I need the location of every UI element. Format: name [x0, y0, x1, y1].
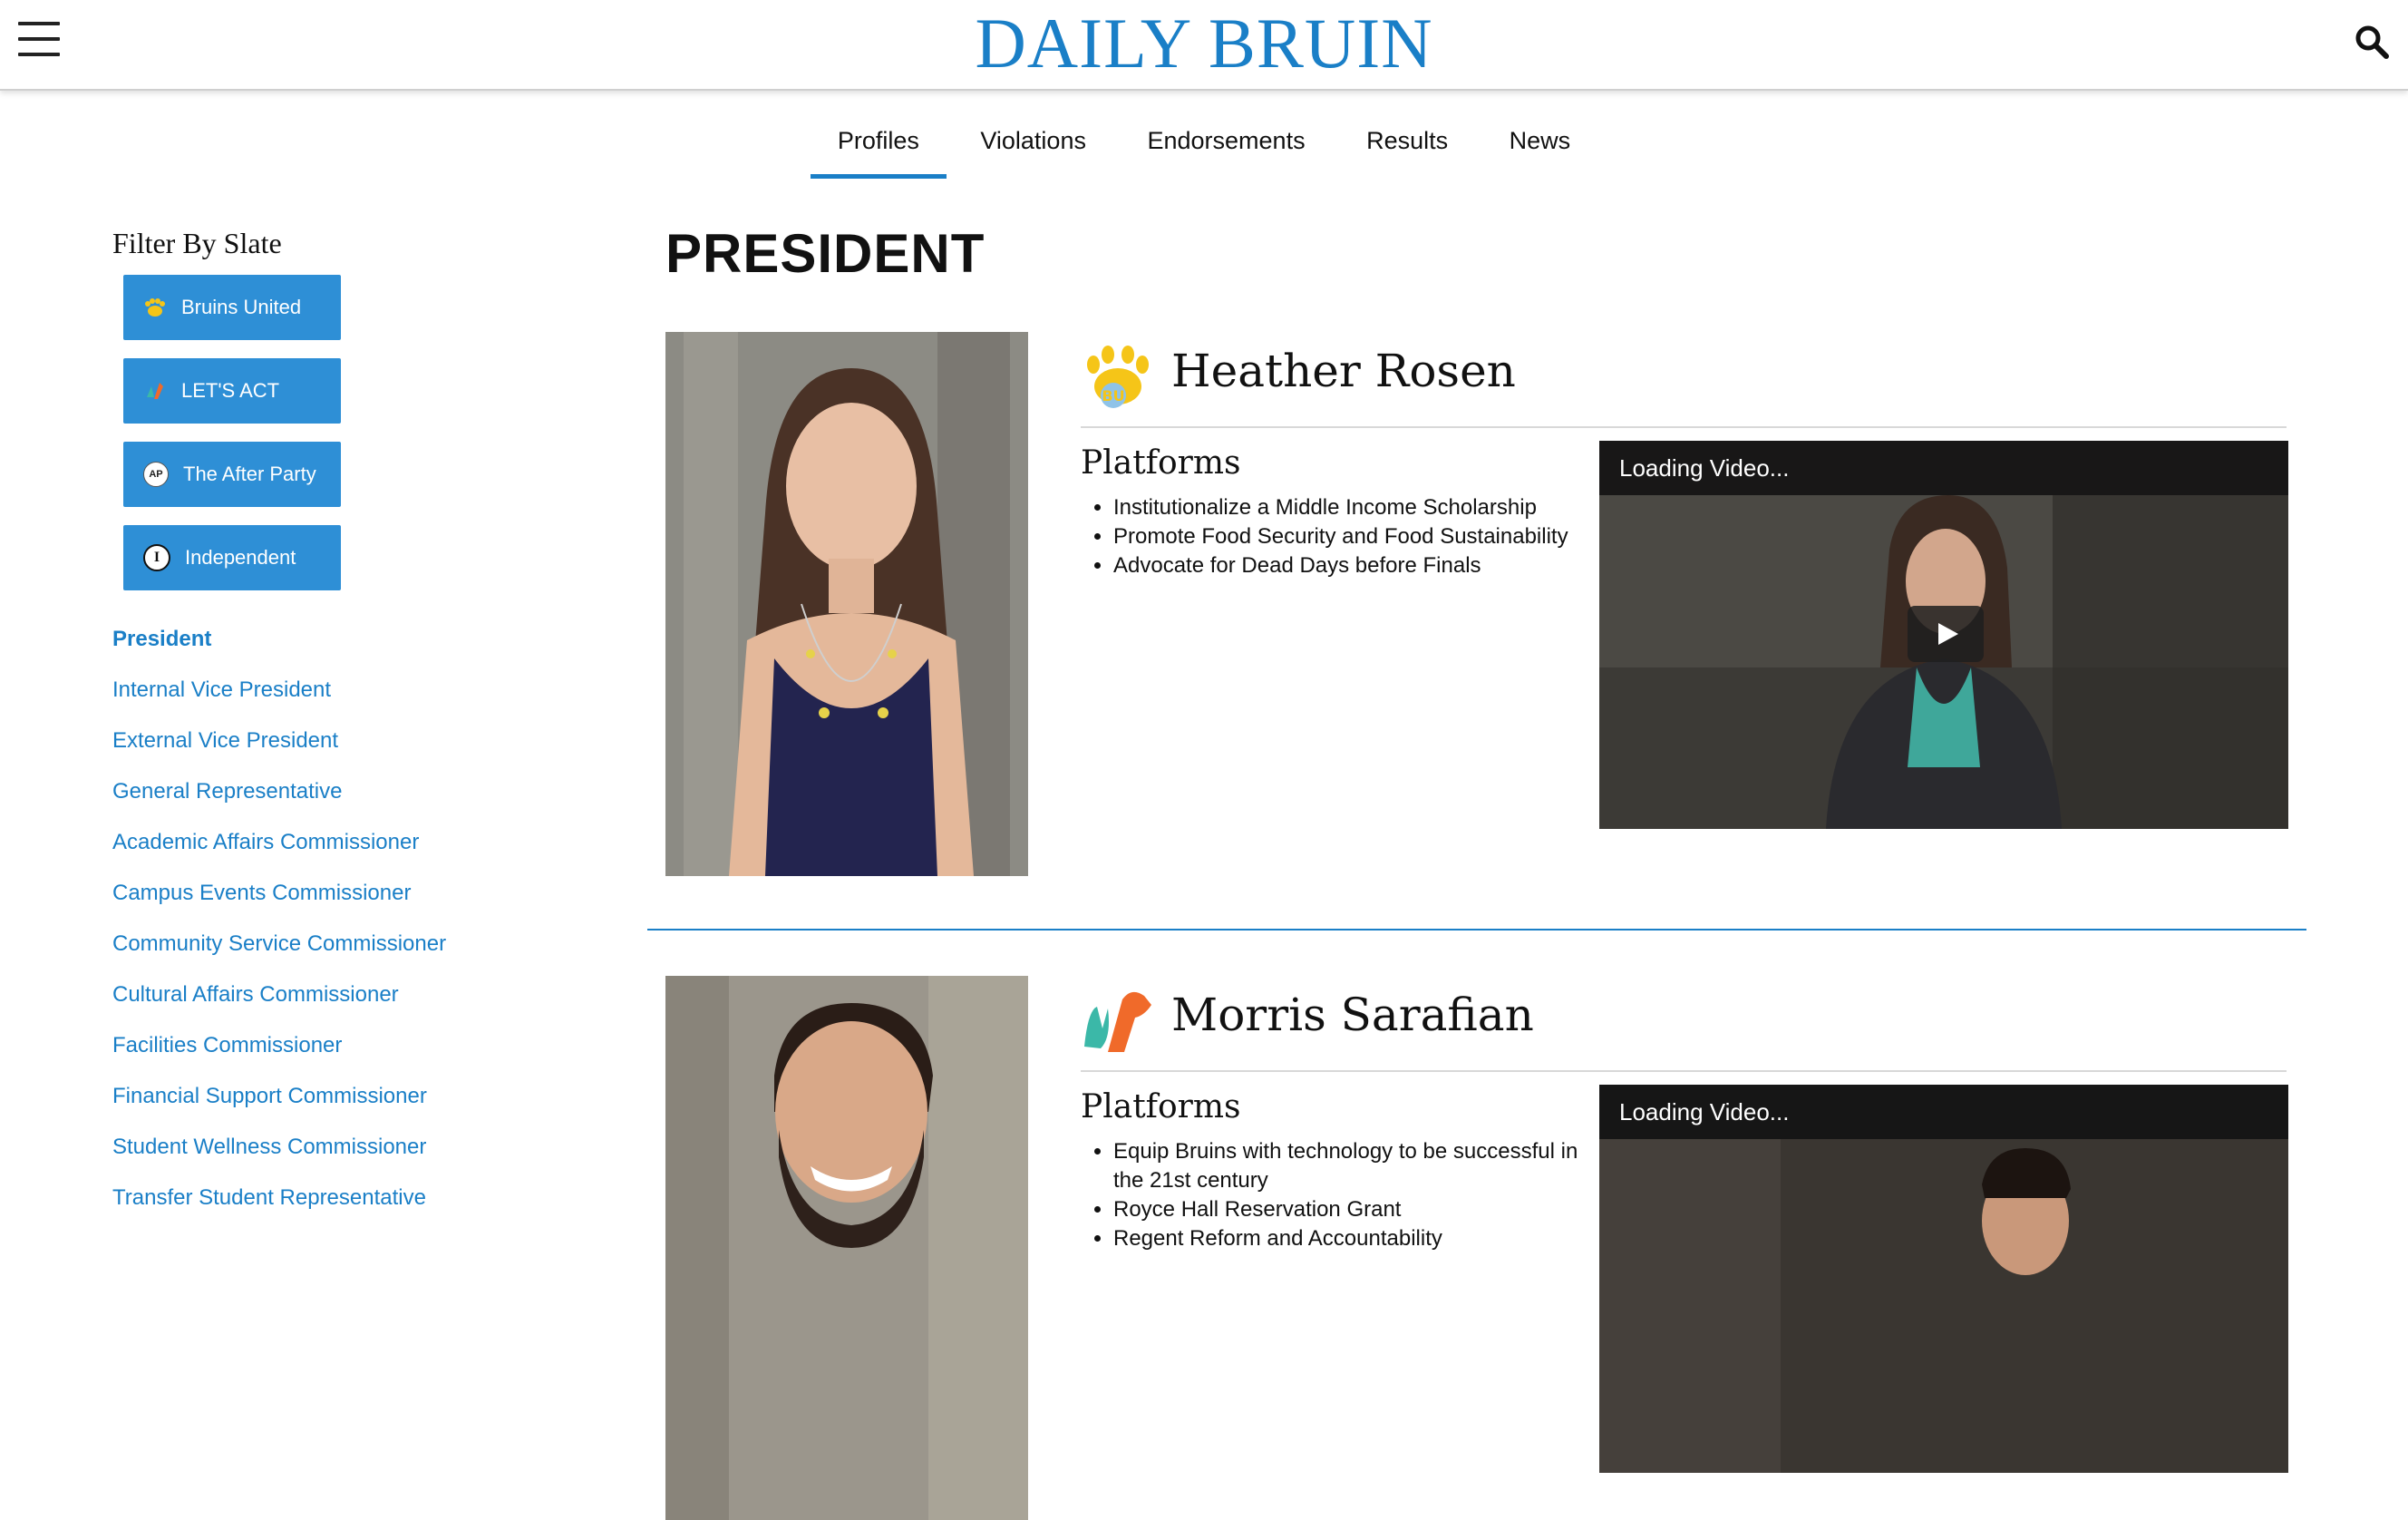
tab-results[interactable]: Results	[1339, 118, 1475, 171]
position-link-campus-events-commissioner[interactable]: Campus Events Commissioner	[112, 868, 584, 919]
position-link-student-wellness-commissioner[interactable]: Student Wellness Commissioner	[112, 1122, 584, 1173]
site-logo[interactable]: DAILY BRUIN	[0, 5, 2408, 82]
platform-item: Regent Reform and Accountability	[1113, 1224, 1603, 1253]
slate-label: Independent	[185, 546, 296, 569]
candidate-header: BU Heather Rosen	[1081, 332, 2287, 428]
position-link-internal-vice-president[interactable]: Internal Vice President	[112, 665, 584, 716]
platform-item: Promote Food Security and Food Sustainab…	[1113, 522, 1603, 551]
candidate-name: Morris Sarafian	[1171, 989, 1534, 1041]
tab-profiles[interactable]: Profiles	[810, 118, 947, 179]
ap-icon: AP	[143, 462, 169, 487]
platform-item: Advocate for Dead Days before Finals	[1113, 551, 1603, 580]
platforms-title: Platforms	[1081, 1088, 1241, 1125]
slate-filter-independent[interactable]: I Independent	[123, 525, 341, 590]
video-player[interactable]: Loading Video...	[1599, 1085, 2288, 1473]
filter-title: Filter By Slate	[112, 227, 282, 259]
position-link-community-service-commissioner[interactable]: Community Service Commissioner	[112, 919, 584, 969]
slate-label: LET'S ACT	[181, 379, 280, 402]
tab-violations[interactable]: Violations	[953, 118, 1113, 171]
sidebar: Filter By Slate Bruins United LET'S ACT …	[112, 227, 584, 1223]
lets-act-icon	[143, 379, 167, 403]
tab-news[interactable]: News	[1482, 118, 1598, 171]
main-content: PRESIDENT BU Heather Rosen Platforms • I…	[647, 218, 2306, 1520]
candidate-photo	[665, 332, 1028, 876]
position-link-financial-support-commissioner[interactable]: Financial Support Commissioner	[112, 1071, 584, 1122]
slate-filter-the-after-party[interactable]: AP The After Party	[123, 442, 341, 507]
candidate-header: Morris Sarafian	[1081, 976, 2287, 1072]
section-tabs: Profiles Violations Endorsements Results…	[0, 118, 2408, 179]
position-link-transfer-student-representative[interactable]: Transfer Student Representative	[112, 1173, 584, 1223]
slate-filter-lets-act[interactable]: LET'S ACT	[123, 358, 341, 424]
candidate-divider	[647, 929, 2306, 931]
play-icon	[1938, 623, 1958, 645]
position-list: President Internal Vice President Extern…	[112, 614, 584, 1223]
candidate-name: Heather Rosen	[1171, 345, 1516, 397]
position-link-president[interactable]: President	[112, 614, 584, 665]
tab-endorsements[interactable]: Endorsements	[1120, 118, 1332, 171]
bear-paw-icon: BU	[1087, 346, 1149, 408]
platform-item: Royce Hall Reservation Grant	[1113, 1195, 1603, 1224]
slate-label: Bruins United	[181, 296, 302, 318]
section-title: PRESIDENT	[665, 223, 986, 284]
video-player[interactable]: Loading Video...	[1599, 441, 2288, 829]
svg-text:BU: BU	[1102, 387, 1124, 404]
play-button[interactable]	[1908, 606, 1984, 662]
slate-filter-bruins-united[interactable]: Bruins United	[123, 275, 341, 340]
lets-act-icon	[1084, 991, 1151, 1052]
video-status: Loading Video...	[1599, 1085, 2288, 1139]
video-status: Loading Video...	[1599, 441, 2288, 495]
top-header: DAILY BRUIN	[0, 0, 2408, 91]
platform-list: Equip Bruins with technology to be succe…	[1081, 1137, 1603, 1253]
bear-paw-icon	[143, 296, 167, 319]
search-icon[interactable]	[2354, 24, 2390, 60]
position-link-external-vice-president[interactable]: External Vice President	[112, 716, 584, 766]
position-link-facilities-commissioner[interactable]: Facilities Commissioner	[112, 1020, 584, 1071]
independent-icon: I	[143, 544, 170, 571]
slate-label: The After Party	[183, 463, 316, 485]
position-link-general-representative[interactable]: General Representative	[112, 766, 584, 817]
platforms-title: Platforms	[1081, 444, 1241, 482]
candidate-photo	[665, 976, 1028, 1520]
position-link-academic-affairs-commissioner[interactable]: Academic Affairs Commissioner	[112, 817, 584, 868]
position-link-cultural-affairs-commissioner[interactable]: Cultural Affairs Commissioner	[112, 969, 584, 1020]
platform-list: Institutionalize a Middle Income Scholar…	[1081, 493, 1603, 580]
platform-item: Equip Bruins with technology to be succe…	[1113, 1137, 1603, 1195]
platform-item: Institutionalize a Middle Income Scholar…	[1113, 493, 1603, 522]
